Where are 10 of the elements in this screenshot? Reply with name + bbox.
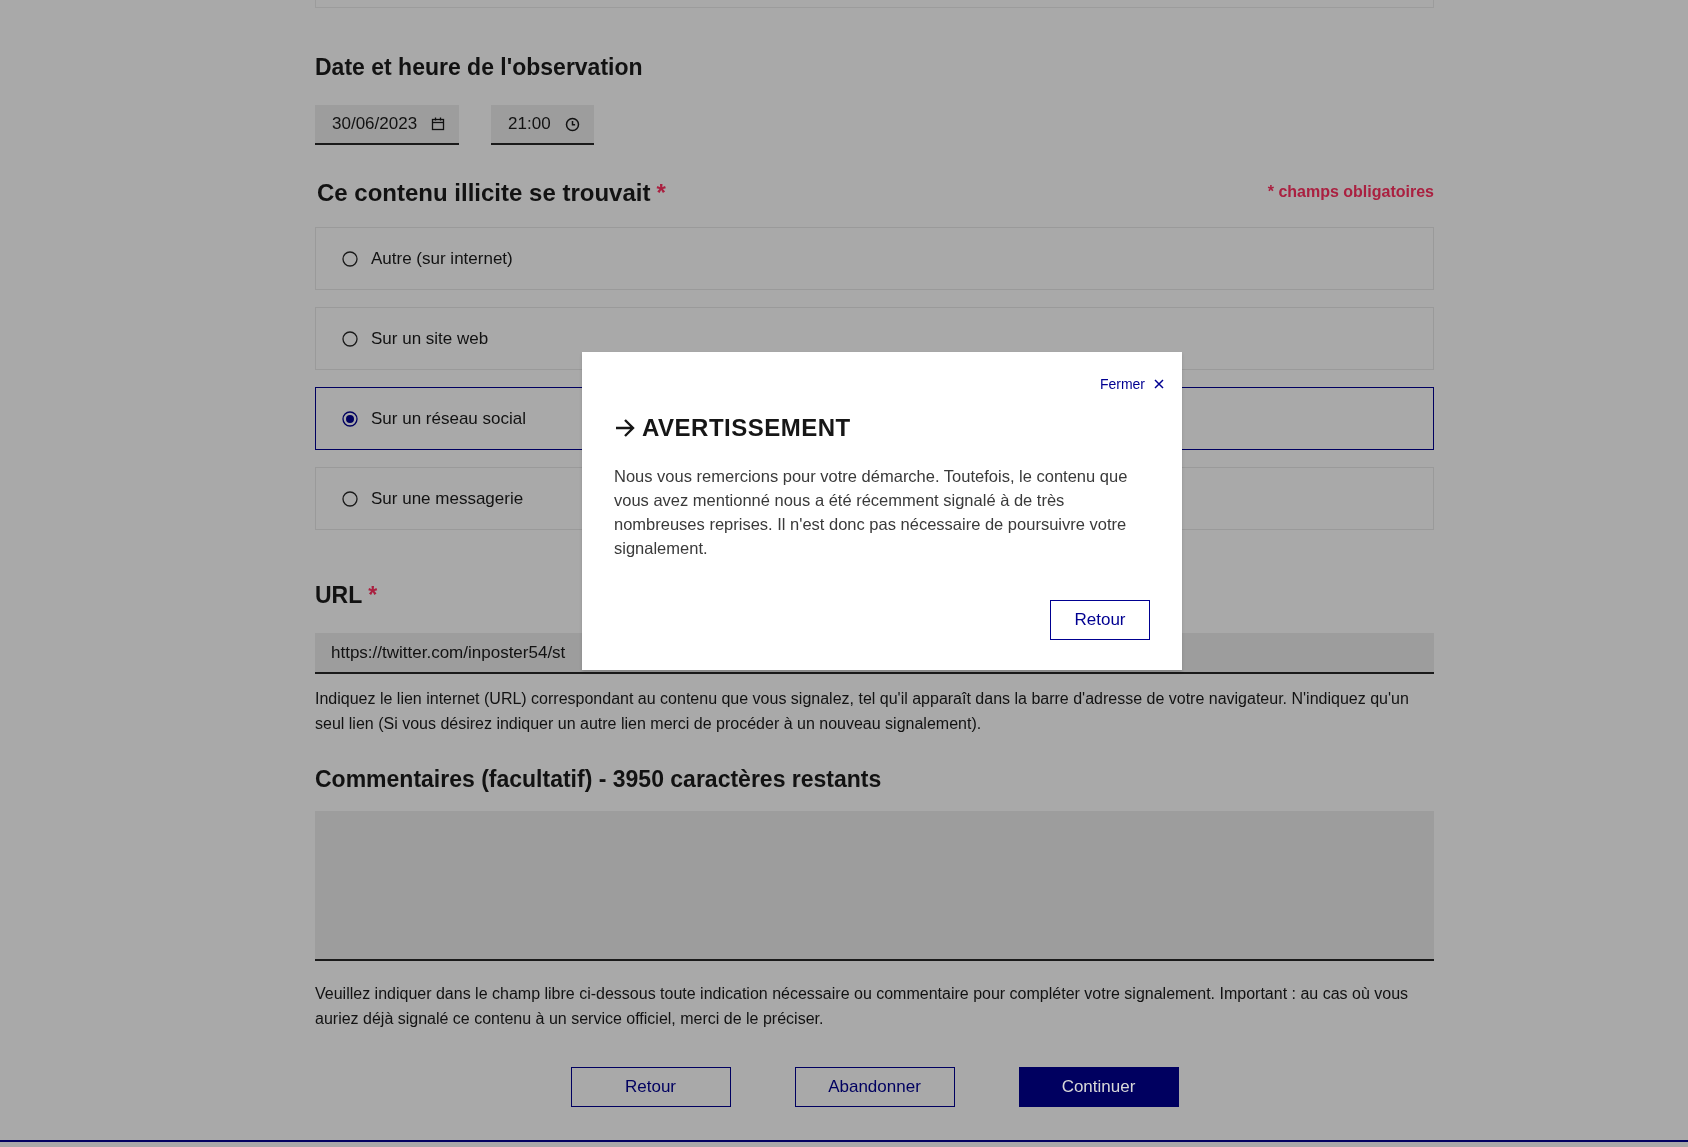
section-heading: Date et heure de l'observation xyxy=(315,54,644,81)
section-heading: Ce contenu illicite se trouvait xyxy=(317,179,651,207)
required-fields-note: * champs obligatoires xyxy=(1267,183,1434,202)
dialog-title: AVERTISSEMENT xyxy=(642,414,851,442)
section-heading: URL xyxy=(315,582,363,609)
required-mark: * xyxy=(368,582,378,609)
required-mark: * xyxy=(656,179,666,207)
help-text: Veuillez indiquer dans le champ libre ci-dessous toute indication nécessaire ou commentaire pour compléter votre signalement. Important : au cas où vous auriez déjà signalé ce contenu à un service officiel, merci de le préciser. xyxy=(315,984,1410,1029)
section-heading: Commentaires (facultatif) - 3950 caractères restants xyxy=(315,766,883,793)
help-text: Indiquez le lien internet (URL) correspondant au contenu que vous signalez, tel qu'il apparaît dans la barre d'adresse de votre navigateur. N'indiquez qu'un seul lien (Si vous désirez indiquer un autre lien merci de procéder à un nouveau signalement). xyxy=(315,689,1410,734)
